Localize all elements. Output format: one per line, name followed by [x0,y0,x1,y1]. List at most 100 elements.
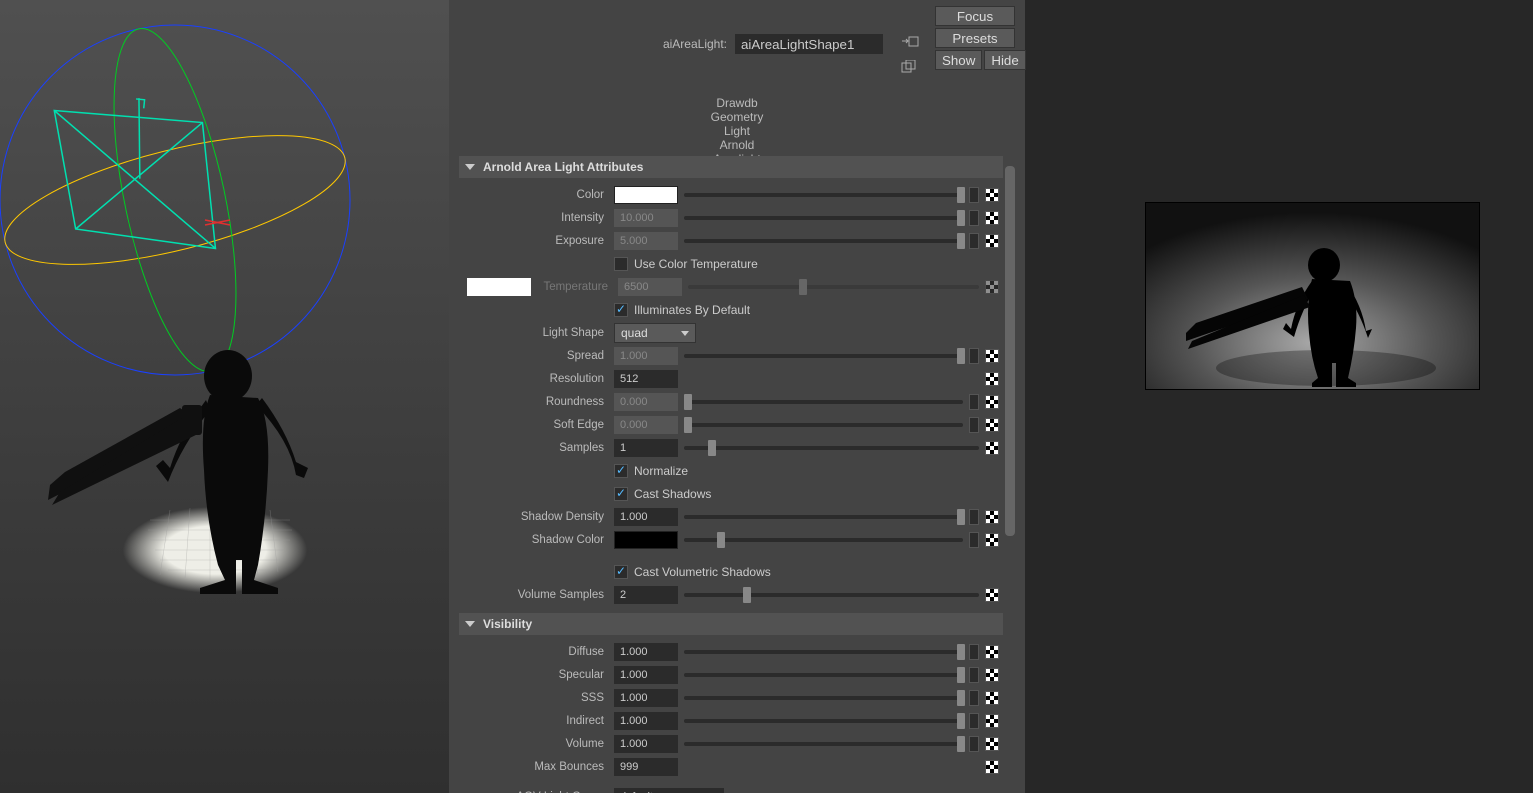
light-shape-dropdown[interactable]: quad [614,323,696,343]
map-checker-icon[interactable] [985,418,999,432]
shadow-color-swatch[interactable] [614,531,678,549]
map-checker-icon[interactable] [985,188,999,202]
map-checker-icon[interactable] [985,714,999,728]
diffuse-slider[interactable] [684,643,963,661]
copy-tab-icon[interactable] [899,58,921,76]
soft-edge-label: Soft Edge [463,419,608,431]
presets-button[interactable]: Presets [935,28,1015,48]
roundness-field[interactable] [614,393,678,411]
render-content [1146,203,1481,391]
illuminates-default-label: Illuminates By Default [634,303,750,317]
map-checker-icon[interactable] [985,234,999,248]
color-slider[interactable] [684,186,963,204]
samples-field[interactable] [614,439,678,457]
spread-label: Spread [463,350,608,362]
cast-shadows-checkbox[interactable] [614,487,628,501]
map-checker-icon[interactable] [985,533,999,547]
map-checker-icon[interactable] [985,668,999,682]
specular-label: Specular [463,669,608,681]
temperature-slider [688,278,979,296]
map-checker-icon[interactable] [985,588,999,602]
volume-samples-slider[interactable] [684,586,979,604]
show-button[interactable]: Show [935,50,982,70]
soft-edge-slider[interactable] [684,416,963,434]
exposure-label: Exposure [463,235,608,247]
map-slot[interactable] [969,233,979,249]
node-name-field[interactable] [735,34,883,54]
map-checker-icon[interactable] [985,760,999,774]
samples-slider[interactable] [684,439,979,457]
diffuse-field[interactable] [614,643,678,661]
map-checker-icon[interactable] [985,510,999,524]
specular-field[interactable] [614,666,678,684]
hide-button[interactable]: Hide [984,50,1025,70]
roundness-slider[interactable] [684,393,963,411]
intensity-field[interactable] [614,209,678,227]
volume-samples-label: Volume Samples [463,589,608,601]
illuminates-default-checkbox[interactable] [614,303,628,317]
samples-label: Samples [463,442,608,454]
map-slot[interactable] [969,667,979,683]
cast-shadows-label: Cast Shadows [634,487,711,501]
max-bounces-label: Max Bounces [463,761,608,773]
shadow-color-slider[interactable] [684,531,963,549]
normalize-checkbox[interactable] [614,464,628,478]
focus-button[interactable]: Focus [935,6,1015,26]
load-attrs-icon[interactable] [899,34,921,52]
map-checker-icon[interactable] [985,645,999,659]
temp-color-preview [467,278,531,296]
intensity-slider[interactable] [684,209,963,227]
section-visibility[interactable]: Visibility [459,613,1003,635]
light-shape-label: Light Shape [463,327,608,339]
roundness-label: Roundness [463,396,608,408]
map-checker-icon[interactable] [985,349,999,363]
map-checker-icon[interactable] [985,441,999,455]
exposure-slider[interactable] [684,232,963,250]
exposure-field[interactable] [614,232,678,250]
spread-field[interactable] [614,347,678,365]
normalize-label: Normalize [634,464,688,478]
aov-light-group-field[interactable] [614,788,724,793]
map-slot[interactable] [969,417,979,433]
map-slot[interactable] [969,348,979,364]
shadow-density-field[interactable] [614,508,678,526]
use-color-temp-checkbox[interactable] [614,257,628,271]
map-slot[interactable] [969,187,979,203]
cast-volumetric-label: Cast Volumetric Shadows [634,565,771,579]
volume-slider[interactable] [684,735,963,753]
soft-edge-field[interactable] [614,416,678,434]
map-slot[interactable] [969,532,979,548]
shadow-density-slider[interactable] [684,508,963,526]
volume-samples-field[interactable] [614,586,678,604]
resolution-label: Resolution [463,373,608,385]
map-slot[interactable] [969,509,979,525]
map-checker-icon[interactable] [985,372,999,386]
map-slot[interactable] [969,736,979,752]
viewport-3d[interactable] [0,0,449,793]
cast-volumetric-checkbox[interactable] [614,565,628,579]
map-checker-icon[interactable] [985,395,999,409]
specular-slider[interactable] [684,666,963,684]
render-view-panel [1029,0,1533,793]
max-bounces-field[interactable] [614,758,678,776]
map-slot[interactable] [969,394,979,410]
map-checker-icon[interactable] [985,737,999,751]
spread-slider[interactable] [684,347,963,365]
volume-field[interactable] [614,735,678,753]
indirect-slider[interactable] [684,712,963,730]
map-slot[interactable] [969,644,979,660]
map-checker-icon[interactable] [985,691,999,705]
map-slot[interactable] [969,690,979,706]
section-arnold-attrs[interactable]: Arnold Area Light Attributes [459,156,1003,178]
resolution-field[interactable] [614,370,678,388]
color-swatch[interactable] [614,186,678,204]
sss-slider[interactable] [684,689,963,707]
sss-field[interactable] [614,689,678,707]
map-checker-icon [985,280,999,294]
sss-label: SSS [463,692,608,704]
attribute-scrollbar[interactable] [1005,166,1015,783]
indirect-field[interactable] [614,712,678,730]
map-checker-icon[interactable] [985,211,999,225]
map-slot[interactable] [969,713,979,729]
map-slot[interactable] [969,210,979,226]
